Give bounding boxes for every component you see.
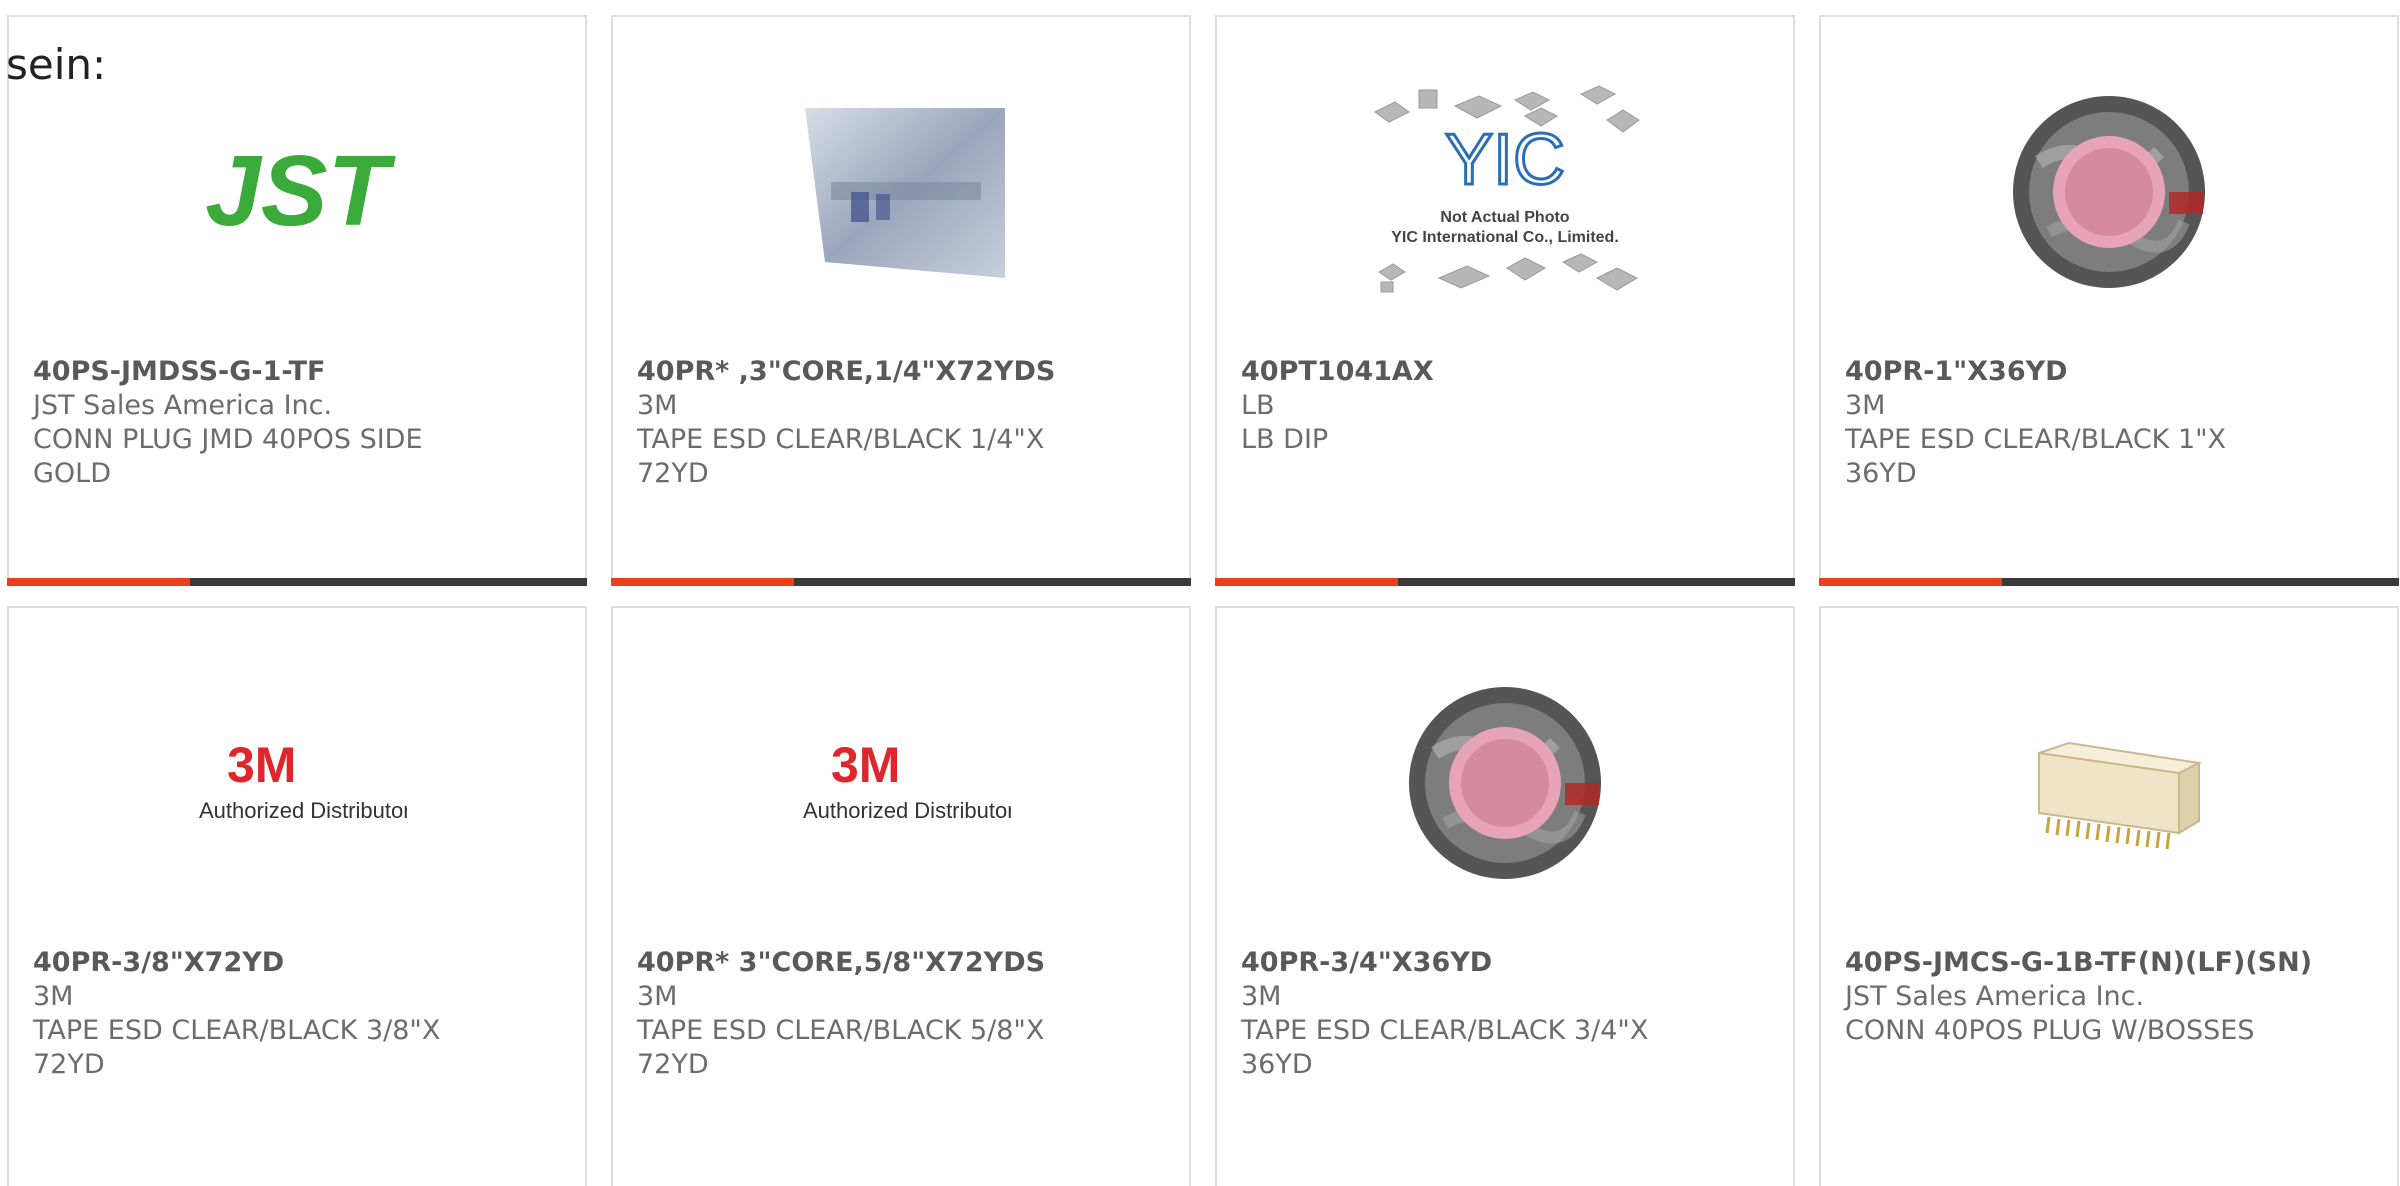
product-image[interactable]: [1821, 72, 2397, 312]
3m-logo-icon: 3M Authorized Distributor: [199, 738, 407, 823]
description: TAPE ESD CLEAR/BLACK 1"X 36YD: [1845, 424, 2227, 489]
svg-text:Authorized Distributor: Authorized Distributor: [803, 798, 1011, 823]
description: TAPE ESD CLEAR/BLACK 3/8"X 72YD: [33, 1015, 441, 1080]
svg-text:YIC: YIC: [1445, 120, 1565, 200]
product-image[interactable]: [1217, 663, 1793, 903]
product-image[interactable]: [613, 72, 1189, 312]
tape-roll-icon: [2013, 96, 2205, 288]
description: TAPE ESD CLEAR/BLACK 3/4"X 36YD: [1241, 1015, 1649, 1080]
manufacturer: 3M: [33, 981, 74, 1012]
manufacturer: 3M: [637, 981, 678, 1012]
svg-text:3M: 3M: [831, 738, 900, 793]
part-number[interactable]: 40PR-3/4"X36YD: [1241, 946, 1773, 980]
product-card[interactable]: 3M Authorized Distributor 40PR* 3"CORE,5…: [611, 606, 1191, 1186]
part-number[interactable]: 40PR-1"X36YD: [1845, 355, 2377, 389]
3m-logo-icon: 3M Authorized Distributor: [803, 738, 1011, 823]
product-image[interactable]: 3M Authorized Distributor: [9, 663, 585, 903]
svg-text:JST: JST: [205, 137, 396, 247]
connector-icon: [2038, 741, 2203, 850]
part-number[interactable]: 40PR* ,3"CORE,1/4"X72YDS: [637, 355, 1169, 389]
svg-text:YIC International Co., Limited: YIC International Co., Limited.: [1391, 229, 1619, 246]
product-card[interactable]: 40PR-3/4"X36YD 3M TAPE ESD CLEAR/BLACK 3…: [1215, 606, 1795, 1186]
product-card[interactable]: 40PR-1"X36YD 3M TAPE ESD CLEAR/BLACK 1"X…: [1819, 15, 2399, 586]
manufacturer: JST Sales America Inc.: [33, 390, 333, 421]
description: CONN PLUG JMD 40POS SIDE GOLD: [33, 424, 423, 489]
product-card[interactable]: 3M Authorized Distributor 40PR-3/8"X72YD…: [7, 606, 587, 1186]
product-image[interactable]: 3M Authorized Distributor: [613, 663, 1189, 903]
manufacturer: JST Sales America Inc.: [1845, 981, 2145, 1012]
manufacturer: 3M: [1241, 981, 1282, 1012]
svg-text:Not Actual Photo: Not Actual Photo: [1440, 209, 1569, 226]
yic-placeholder-icon: YIC Not Actual Photo YIC International C…: [1374, 85, 1640, 293]
part-number[interactable]: 40PS-JMDSS-G-1-TF: [33, 355, 565, 389]
description: CONN 40POS PLUG W/BOSSES: [1845, 1015, 2255, 1046]
intro-text: sein:: [6, 40, 107, 89]
card-bottom-bar: [1215, 578, 1795, 586]
part-number[interactable]: 40PR-3/8"X72YD: [33, 946, 565, 980]
jst-logo-icon: JST: [205, 137, 396, 247]
description: TAPE ESD CLEAR/BLACK 5/8"X 72YD: [637, 1015, 1045, 1080]
part-number[interactable]: 40PT1041AX: [1241, 355, 1773, 389]
product-image[interactable]: YIC Not Actual Photo YIC International C…: [1217, 72, 1793, 312]
part-number[interactable]: 40PR* 3"CORE,5/8"X72YDS: [637, 946, 1169, 980]
card-bottom-bar: [7, 578, 587, 586]
manufacturer: 3M: [637, 390, 678, 421]
product-card[interactable]: 40PS-JMCS-G-1B-TF(N)(LF)(SN) JST Sales A…: [1819, 606, 2399, 1186]
part-number[interactable]: 40PS-JMCS-G-1B-TF(N)(LF)(SN): [1845, 946, 2377, 980]
product-image[interactable]: JST: [9, 72, 585, 312]
description: LB DIP: [1241, 424, 1329, 455]
svg-text:3M: 3M: [227, 738, 296, 793]
card-bottom-bar: [611, 578, 1191, 586]
description: TAPE ESD CLEAR/BLACK 1/4"X 72YD: [637, 424, 1045, 489]
product-card[interactable]: 40PR* ,3"CORE,1/4"X72YDS 3M TAPE ESD CLE…: [611, 15, 1191, 586]
product-image[interactable]: [1821, 663, 2397, 903]
tape-roll-icon: [1409, 687, 1601, 879]
product-card[interactable]: YIC Not Actual Photo YIC International C…: [1215, 15, 1795, 586]
manufacturer: LB: [1241, 390, 1275, 421]
product-card[interactable]: JST 40PS-JMDSS-G-1-TF JST Sales America …: [7, 15, 587, 586]
product-grid: JST 40PS-JMDSS-G-1-TF JST Sales America …: [0, 0, 2400, 1186]
manufacturer: 3M: [1845, 390, 1886, 421]
esd-bag-icon: [805, 108, 1005, 278]
svg-text:Authorized Distributor: Authorized Distributor: [199, 798, 407, 823]
card-bottom-bar: [1819, 578, 2399, 586]
